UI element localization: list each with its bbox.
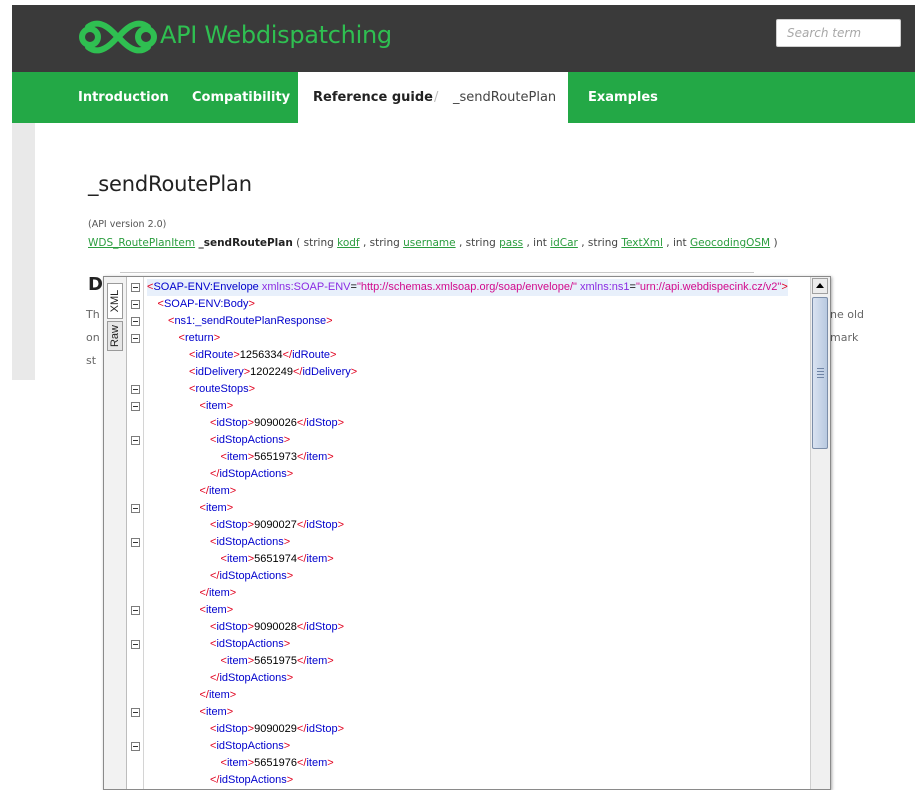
xml-code-area: <SOAP-ENV:Envelope xmlns:SOAP-ENV="http:… [145,277,809,789]
param-textxml-link[interactable]: TextXml [621,237,663,249]
main-nav: Introduction Compatibility Reference gui… [12,72,915,123]
divider [120,272,754,273]
xml-line: <SOAP-ENV:Envelope xmlns:SOAP-ENV="http:… [147,279,788,296]
collapse-toggle-icon[interactable] [131,640,140,649]
tab-raw[interactable]: Raw [107,321,123,351]
xml-line: </item> [199,689,237,701]
param-kodf-link[interactable]: kodf [337,237,360,249]
scrollbar-thumb[interactable] [812,297,828,449]
nav-reference-guide-active: Reference guide / _sendRoutePlan [298,72,568,123]
xml-line: <item> [199,502,234,514]
param-type: string [303,237,338,249]
xml-line: <ns1:_sendRoutePlanResponse> [168,315,333,327]
description-line: Th [86,308,100,321]
collapse-toggle-icon[interactable] [131,385,140,394]
collapse-toggle-icon[interactable] [131,334,140,343]
collapse-toggle-icon[interactable] [131,606,140,615]
param-type: string [465,237,500,249]
tab-xml[interactable]: XML [107,283,123,319]
xml-line: <item> [199,604,234,616]
xml-line: </item> [199,485,237,497]
xml-line: <idStop>9090026</idStop> [210,417,345,429]
collapse-toggle-icon[interactable] [131,317,140,326]
xml-line: <idDelivery>1202249</idDelivery> [189,366,358,378]
param-type: string [587,237,622,249]
xml-line: <idStopActions> [210,740,291,752]
xml-line: <idStopActions> [210,434,291,446]
collapse-toggle-icon[interactable] [131,402,140,411]
top-header: API Webdispatching [12,5,915,72]
breadcrumb-reference-guide[interactable]: Reference guide [313,72,433,124]
xml-line: </idStopActions> [210,468,294,480]
description-line: st [86,354,97,367]
xml-line: <return> [178,332,221,344]
fold-gutter [127,277,144,789]
param-list: string kodf , string username , string p… [303,237,771,249]
param-pass-link[interactable]: pass [499,237,523,249]
site-title[interactable]: API Webdispatching [160,21,392,49]
left-sidebar-strip [12,123,35,380]
collapse-toggle-icon[interactable] [131,708,140,717]
xml-line: <idStopActions> [210,638,291,650]
section-heading: D [88,274,103,295]
xml-line: </idStopActions> [210,570,294,582]
param-type: int [672,237,690,249]
xml-line: <item>5651974</item> [220,553,334,565]
function-signature: WDS_RoutePlanItem _sendRoutePlan ( strin… [88,237,778,249]
xml-line: <item> [199,400,234,412]
xml-line: </idStopActions> [210,774,294,786]
logo-icon [79,20,157,54]
collapse-toggle-icon[interactable] [131,504,140,513]
scroll-up-arrow-icon[interactable] [812,278,828,294]
xml-line: <item>5651973</item> [220,451,334,463]
collapse-toggle-icon[interactable] [131,436,140,445]
param-type: string [369,237,404,249]
xml-line: <item> [199,706,234,718]
xml-line: <routeStops> [189,383,256,395]
xml-line: <idStop>9090028</idStop> [210,621,345,633]
nav-compatibility[interactable]: Compatibility [192,72,290,123]
breadcrumb-current: _sendRoutePlan [453,90,557,105]
description-line-right: mark [830,331,859,344]
nav-examples[interactable]: Examples [588,72,658,123]
vertical-scrollbar[interactable] [810,277,830,789]
description-line: on [86,331,100,344]
nav-introduction[interactable]: Introduction [78,72,169,123]
xml-line: <idRoute>1256334</idRoute> [189,349,337,361]
xml-line: </item> [199,587,237,599]
collapse-toggle-icon[interactable] [131,742,140,751]
param-geocodingosm-link[interactable]: GeocodingOSM [690,237,770,249]
param-type: int [533,237,551,249]
xml-line: </idStopActions> [210,672,294,684]
collapse-toggle-icon[interactable] [131,538,140,547]
xml-line: <idStop>9090027</idStop> [210,519,345,531]
xml-line: <idStop>9090029</idStop> [210,723,345,735]
param-idcar-link[interactable]: idCar [550,237,578,249]
xml-viewer-popup: XML Raw <SOAP-ENV:Envelope xmlns:SOAP-EN… [103,276,831,790]
param-username-link[interactable]: username [403,237,456,249]
description-line-right: ne old [830,308,865,321]
xml-line: <item>5651976</item> [220,757,334,769]
xml-line: <item>5651975</item> [220,655,334,667]
breadcrumb-separator: / [434,90,439,105]
api-version: (API version 2.0) [88,219,167,230]
function-name: _sendRoutePlan [198,237,293,249]
collapse-toggle-icon[interactable] [131,300,140,309]
page-title: _sendRoutePlan [88,172,252,196]
search-input[interactable] [776,19,901,47]
collapse-toggle-icon[interactable] [131,283,140,292]
viewer-tabs: XML Raw [104,277,127,789]
xml-line: <idStopActions> [210,536,291,548]
xml-line: <SOAP-ENV:Body> [157,298,255,310]
grip-icon [817,368,824,380]
return-type-link[interactable]: WDS_RoutePlanItem [88,237,195,249]
